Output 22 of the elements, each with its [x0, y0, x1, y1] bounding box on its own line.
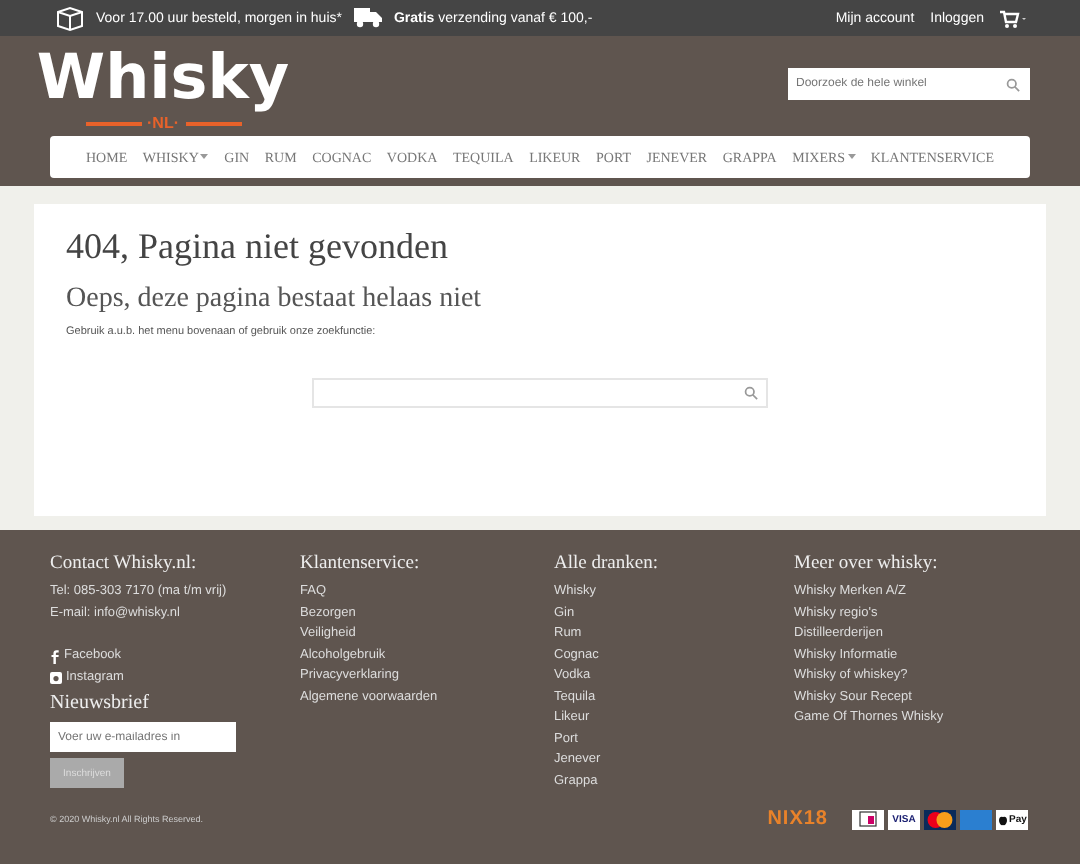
logo-wordmark[interactable]: Whisky	[32, 42, 294, 114]
footer-heading: Klantenservice:	[300, 552, 420, 578]
age-limit-label: NIX18	[767, 808, 828, 830]
footer-heading: Meer over whisky:	[794, 552, 938, 578]
footer-heading: Alle dranken:	[554, 552, 658, 578]
camera-icon	[50, 671, 62, 684]
footer-heading: Contact Whisky.nl:	[50, 552, 197, 578]
search-icon[interactable]	[744, 386, 758, 400]
page-title: 404, Pagina niet gevonden	[66, 224, 450, 270]
facebook-icon	[50, 649, 60, 664]
search-icon[interactable]	[1006, 77, 1020, 91]
footer-heading: Nieuwsbrief	[50, 690, 149, 718]
payment-logo	[852, 809, 884, 829]
page-subtitle: Oeps, deze pagina bestaat helaas niet	[66, 282, 484, 318]
payment-logo	[960, 809, 992, 829]
logo-subtitle: ·NL·	[85, 114, 241, 134]
search-field[interactable]	[312, 378, 768, 408]
payment-logo	[924, 809, 956, 829]
box-icon	[56, 5, 84, 31]
caret-icon	[200, 154, 209, 161]
truck-icon	[353, 8, 382, 28]
caret-icon	[847, 154, 856, 161]
